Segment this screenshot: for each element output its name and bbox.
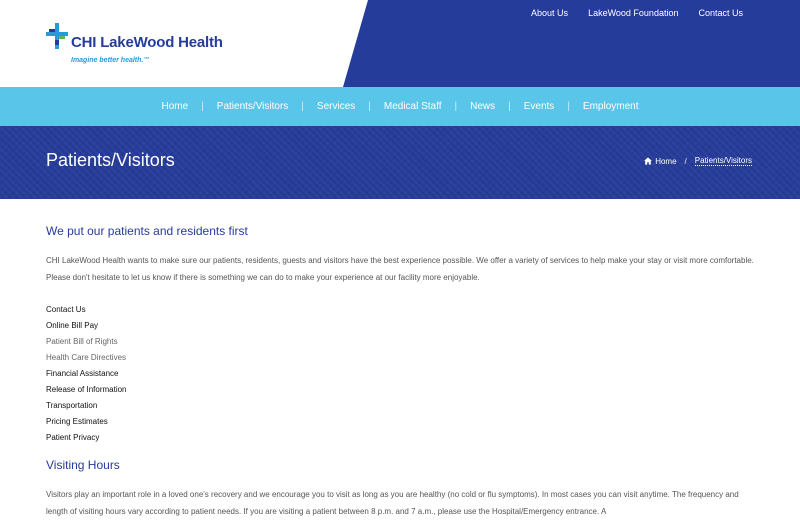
nav-item-medical-staff[interactable]: Medical Staff: [371, 87, 455, 126]
link-contact-us[interactable]: Contact Us: [46, 302, 756, 318]
main-content: We put our patients and residents first …: [46, 224, 756, 520]
nav-item-news[interactable]: News: [457, 87, 508, 126]
visiting-hours-paragraph: Visitors play an important role in a lov…: [46, 490, 739, 516]
logo-text: CHI LakeWood Health: [71, 34, 223, 51]
home-icon: [644, 157, 653, 165]
top-header: CHI LakeWood Health Imagine better healt…: [0, 0, 800, 87]
main-nav: Home | Patients/Visitors | Services | Me…: [0, 87, 800, 126]
nav-item-services[interactable]: Services: [304, 87, 368, 126]
breadcrumb: Home / Patients/Visitors: [644, 156, 752, 166]
link-release-of-information[interactable]: Release of Information: [46, 382, 756, 398]
logo-tagline: Imagine better health.℠: [71, 57, 151, 64]
visiting-hours-heading: Visiting Hours: [46, 458, 120, 472]
breadcrumb-home[interactable]: Home: [655, 157, 676, 166]
breadcrumb-current[interactable]: Patients/Visitors: [694, 156, 752, 166]
nav-item-events[interactable]: Events: [511, 87, 568, 126]
intro-paragraph: CHI LakeWood Health wants to make sure o…: [46, 256, 754, 282]
top-link-about-us[interactable]: About Us: [531, 7, 568, 19]
breadcrumb-separator: /: [684, 156, 687, 166]
link-financial-assistance[interactable]: Financial Assistance: [46, 366, 756, 382]
link-patient-privacy[interactable]: Patient Privacy: [46, 430, 756, 446]
logo-cross-icon: [46, 23, 68, 49]
patient-links-list: Contact Us Online Bill Pay Patient Bill …: [46, 302, 756, 446]
top-links: About Us LakeWood Foundation Contact Us: [511, 7, 743, 19]
top-link-contact-us[interactable]: Contact Us: [698, 7, 743, 19]
link-patient-bill-of-rights[interactable]: Patient Bill of Rights: [46, 334, 756, 350]
link-online-bill-pay[interactable]: Online Bill Pay: [46, 318, 756, 334]
nav-item-home[interactable]: Home: [148, 87, 201, 126]
page-title: Patients/Visitors: [46, 150, 175, 170]
link-health-care-directives[interactable]: Health Care Directives: [46, 350, 756, 366]
link-pricing-estimates[interactable]: Pricing Estimates: [46, 414, 756, 430]
nav-item-patients-visitors[interactable]: Patients/Visitors: [204, 87, 302, 126]
page-banner: Patients/Visitors Home / Patients/Visito…: [0, 126, 800, 199]
link-transportation[interactable]: Transportation: [46, 398, 756, 414]
top-link-lakewood-foundation[interactable]: LakeWood Foundation: [588, 7, 678, 19]
nav-item-employment[interactable]: Employment: [570, 87, 652, 126]
section-heading: We put our patients and residents first: [46, 224, 248, 238]
